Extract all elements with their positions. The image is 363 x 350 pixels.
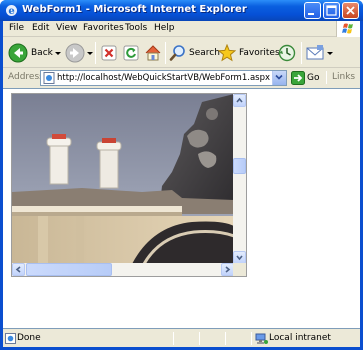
mail-dropdown-icon[interactable] — [327, 52, 333, 56]
favorites-button[interactable]: Favorites — [218, 41, 280, 65]
back-label: Back — [31, 48, 53, 58]
home-icon — [145, 45, 161, 61]
menu-help[interactable]: Help — [154, 23, 175, 33]
window-client: File Edit View Favorites Tools Help Back… — [3, 21, 360, 347]
maximize-icon — [326, 5, 337, 16]
mail-envelope-icon — [306, 45, 324, 60]
back-dropdown-icon[interactable] — [55, 52, 61, 56]
home-button[interactable] — [144, 41, 162, 65]
search-button[interactable]: Search — [169, 41, 220, 65]
address-input[interactable]: http://localhost/WebQuickStartVB/WebForm… — [40, 70, 287, 86]
address-separator — [326, 71, 327, 84]
page-icon — [43, 72, 55, 84]
toolbar-separator — [165, 42, 166, 64]
menu-view[interactable]: View — [56, 23, 77, 33]
refresh-icon — [123, 45, 139, 61]
chevron-up-icon — [236, 97, 243, 103]
stop-button[interactable] — [100, 41, 118, 65]
ie-logo-icon: e — [6, 5, 17, 17]
address-url: http://localhost/WebQuickStartVB/WebForm… — [57, 73, 271, 83]
scroll-up-button[interactable] — [233, 94, 246, 107]
history-button[interactable] — [277, 41, 297, 65]
minimize-button[interactable] — [304, 2, 321, 19]
scrollbar-corner — [233, 263, 246, 276]
go-button[interactable]: Go — [307, 73, 319, 83]
address-bar: Address http://localhost/WebQuickStartVB… — [3, 69, 360, 87]
forward-dropdown-icon[interactable] — [87, 52, 93, 56]
vertical-scroll-thumb[interactable] — [233, 158, 246, 174]
standard-toolbar: Back Search Favorites — [3, 38, 360, 68]
favorites-label: Favorites — [239, 48, 280, 58]
stop-icon — [101, 45, 117, 61]
status-divider — [173, 332, 174, 345]
go-arrow-icon[interactable] — [291, 71, 305, 85]
chevron-left-icon — [15, 266, 21, 273]
scroll-left-button[interactable] — [12, 263, 25, 276]
toolbar-separator — [301, 42, 302, 64]
window-title: WebForm1 - Microsoft Internet Explorer — [22, 4, 247, 15]
windows-flag-icon — [336, 21, 360, 37]
mail-button[interactable] — [305, 41, 333, 65]
vertical-scrollbar[interactable] — [233, 94, 246, 264]
back-arrow-icon — [8, 43, 28, 63]
maximize-button[interactable] — [323, 2, 340, 19]
search-label: Search — [189, 48, 220, 58]
status-divider — [199, 332, 200, 345]
ie-window: e WebForm1 - Microsoft Internet Explorer… — [0, 0, 363, 350]
forward-button[interactable] — [65, 41, 93, 65]
title-bar[interactable]: e WebForm1 - Microsoft Internet Explorer — [0, 0, 363, 21]
toolbar-separator — [95, 42, 96, 64]
history-icon — [278, 44, 296, 62]
scrollable-image-panel[interactable] — [11, 93, 247, 277]
menu-bar: File Edit View Favorites Tools Help — [3, 21, 360, 37]
building-photo — [12, 94, 234, 264]
minimize-icon — [308, 13, 314, 15]
close-button[interactable] — [342, 2, 359, 19]
menu-favorites[interactable]: Favorites — [83, 23, 124, 33]
favorites-star-icon — [218, 44, 236, 62]
status-bar: Done Local intranet — [3, 330, 360, 347]
status-divider — [251, 332, 252, 345]
search-icon — [169, 45, 185, 61]
back-button[interactable]: Back — [7, 41, 61, 65]
address-dropdown-button[interactable] — [272, 71, 286, 85]
menu-tools[interactable]: Tools — [125, 23, 147, 33]
menu-edit[interactable]: Edit — [32, 23, 49, 33]
status-text: Done — [17, 333, 41, 343]
refresh-button[interactable] — [122, 41, 140, 65]
chevron-down-icon — [236, 255, 243, 261]
links-button[interactable]: Links — [332, 72, 355, 82]
horizontal-scroll-thumb[interactable] — [26, 263, 112, 276]
close-icon — [346, 6, 355, 15]
menu-file[interactable]: File — [9, 23, 24, 33]
address-label: Address — [8, 72, 44, 82]
forward-arrow-icon — [65, 43, 85, 63]
status-divider — [225, 332, 226, 345]
security-zone-text: Local intranet — [269, 333, 331, 343]
chevron-down-icon — [275, 74, 283, 80]
local-intranet-icon — [255, 333, 268, 344]
horizontal-scrollbar[interactable] — [12, 263, 234, 276]
page-done-icon — [5, 333, 16, 344]
chevron-right-icon — [225, 266, 231, 273]
svg-text:e: e — [8, 6, 14, 17]
page-content — [3, 88, 360, 329]
